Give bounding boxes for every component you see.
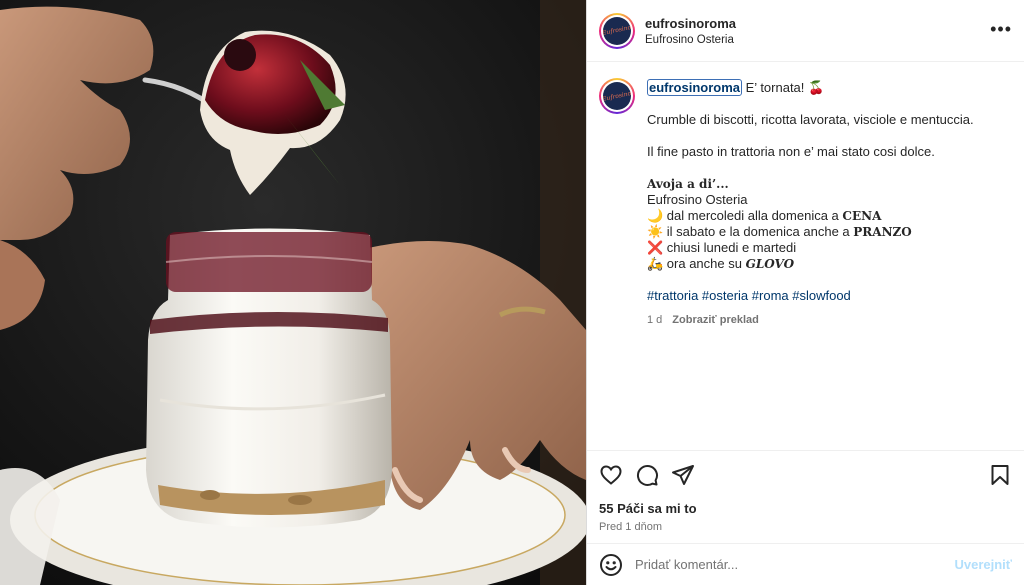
post-comment-button[interactable]: Uverejniť (954, 557, 1012, 572)
avatar-logo-text: Eufrosino (603, 24, 631, 37)
post-time[interactable]: Pred 1 dňom (599, 521, 1012, 533)
post-side-panel: Eufrosino eufrosinoroma Eufrosino Osteri… (586, 0, 1024, 585)
caption-age: 1 d (647, 314, 663, 326)
caption-meta: 1 d Zobraziť preklad (647, 312, 1012, 328)
caption-avatar[interactable]: Eufrosino (599, 78, 635, 114)
caption-username[interactable]: eufrosinoroma (647, 79, 743, 96)
caption-lunch-line: ☀️ il sabato e la domenica anche a PRANZ… (647, 224, 912, 239)
caption-avatar-logo-text: Eufrosino (603, 89, 631, 103)
caption-intro: E’ tornata! 🍒 (742, 80, 825, 95)
bookmark-icon[interactable] (988, 463, 1012, 487)
header-username[interactable]: eufrosinoroma (645, 16, 736, 31)
post-header: Eufrosino eufrosinoroma Eufrosino Osteri… (587, 0, 1024, 62)
caption-avoja: Avoja a di’... (647, 177, 729, 191)
caption-text: eufrosinoroma E’ tornata! 🍒 Crumble di b… (647, 78, 1012, 328)
caption-hashtags[interactable]: #trattoria #osteria #roma #slowfood (647, 288, 1012, 304)
caption-line-2: Il fine pasto in trattoria non e’ mai st… (647, 144, 935, 159)
header-location[interactable]: Eufrosino Osteria (645, 34, 736, 46)
caption-dinner-line: 🌙 dal mercoledi alla domenica a CENA (647, 208, 882, 223)
dessert-photo-illustration (0, 0, 586, 585)
post-actions: 55 Páči sa mi to Pred 1 dňom (587, 450, 1024, 543)
post-photo[interactable] (0, 0, 586, 585)
likes-count[interactable]: 55 Páči sa mi to (599, 501, 1012, 516)
more-horizontal-icon[interactable]: ••• (990, 20, 1012, 38)
comment-icon[interactable] (635, 463, 659, 487)
share-icon[interactable] (671, 463, 695, 487)
caption-area: Eufrosino eufrosinoroma E’ tornata! 🍒 Cr… (587, 62, 1024, 450)
heart-icon[interactable] (599, 463, 623, 487)
comment-box: Uverejniť (587, 543, 1024, 585)
caption-restaurant: Eufrosino Osteria (647, 192, 748, 207)
caption-line-1: Crumble di biscotti, ricotta lavorata, v… (647, 112, 974, 127)
avatar[interactable]: Eufrosino (599, 12, 635, 49)
smiley-icon[interactable] (599, 553, 623, 577)
translate-button[interactable]: Zobraziť preklad (672, 314, 759, 326)
caption-glovo-line: 🛵 ora anche su GLOVO (647, 256, 795, 271)
comment-input[interactable] (635, 557, 955, 572)
caption-closed-line: ❌ chiusi lunedi e martedi (647, 240, 797, 255)
